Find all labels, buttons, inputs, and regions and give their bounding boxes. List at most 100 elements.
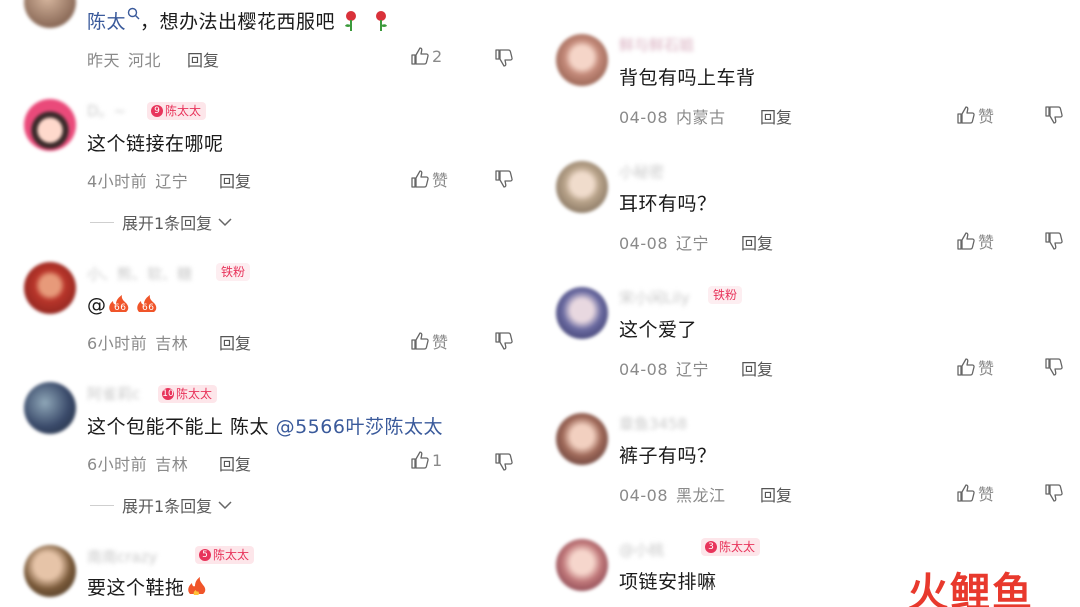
comment-location: 辽宁	[676, 360, 710, 379]
avatar[interactable]	[24, 382, 76, 434]
like-button[interactable]: 1	[410, 450, 442, 470]
comment-text: 耳环有吗？	[619, 193, 717, 215]
comment-item: 小秘密 耳环有吗？ 04-08 辽宁 回复 赞	[535, 157, 1080, 277]
thumbs-down-icon[interactable]	[494, 452, 514, 472]
reply-button[interactable]: 回复	[219, 168, 251, 192]
thumbs-up-icon	[957, 484, 975, 502]
reply-button[interactable]: 回复	[741, 356, 773, 380]
thumbs-up-icon	[957, 106, 975, 124]
thumbs-down-icon[interactable]	[1044, 105, 1064, 125]
like-count: 赞	[432, 333, 449, 352]
avatar[interactable]	[24, 0, 76, 28]
comment-meta: 昨天 河北	[87, 47, 161, 71]
avatar[interactable]	[556, 287, 608, 339]
comment-text: 项链安排嘛	[619, 571, 717, 593]
comment-meta: 04-08 辽宁	[619, 230, 709, 254]
like-button[interactable]: 赞	[410, 329, 448, 353]
comment-text: 陈太 ，想办法出樱花西服吧	[87, 7, 390, 34]
username[interactable]: 鲜与鲜石姐	[619, 34, 694, 55]
comment-date: 6小时前	[87, 455, 148, 474]
like-count: 赞	[978, 359, 995, 378]
thumbs-down-icon[interactable]	[1044, 231, 1064, 251]
avatar[interactable]	[556, 34, 608, 86]
comment-text: 裤子有吗？	[619, 445, 717, 467]
reply-button[interactable]: 回复	[741, 230, 773, 254]
divider	[90, 504, 114, 506]
thumbs-down-icon[interactable]	[494, 169, 514, 189]
reply-button[interactable]: 回复	[219, 451, 251, 475]
comment-item: 小、熊、软、糖 铁粉 @66 66 6小时前 吉林 回复 赞	[0, 258, 530, 368]
comment-item: 鲜与鲜石姐 背包有吗上车背 04-08 内蒙古 回复 赞	[535, 30, 1080, 150]
like-count: 赞	[432, 171, 449, 190]
username[interactable]: 南南crazy	[87, 546, 157, 567]
comment-location: 辽宁	[676, 234, 710, 253]
like-count: 2	[432, 46, 443, 66]
like-button[interactable]: 赞	[956, 481, 994, 505]
thumbs-down-icon[interactable]	[494, 331, 514, 351]
comment-meta: 04-08 辽宁	[619, 356, 709, 380]
comment-date: 04-08	[619, 234, 668, 253]
thumbs-down-icon[interactable]	[1044, 483, 1064, 503]
username[interactable]: 小、熊、软、糖	[87, 263, 192, 284]
thumbs-up-icon	[411, 170, 429, 188]
mention-link[interactable]: @5566叶莎陈太太	[276, 416, 443, 438]
like-button[interactable]: 赞	[956, 103, 994, 127]
like-button[interactable]: 2	[410, 46, 442, 66]
like-button[interactable]: 赞	[956, 229, 994, 253]
avatar[interactable]	[24, 545, 76, 597]
fan-badge: 铁粉	[708, 286, 743, 304]
thumbs-up-icon	[411, 47, 429, 65]
like-count: 赞	[978, 485, 995, 504]
avatar[interactable]	[556, 539, 608, 591]
comment-date: 04-08	[619, 108, 668, 127]
like-button[interactable]: 赞	[956, 355, 994, 379]
thumbs-up-icon	[411, 451, 429, 469]
comment-text: @66 66	[87, 292, 161, 316]
mention-link[interactable]: 陈太	[87, 11, 126, 33]
like-count: 赞	[978, 233, 995, 252]
like-button[interactable]: 赞	[410, 167, 448, 191]
thumbs-down-icon[interactable]	[494, 48, 514, 68]
comment-date: 昨天	[87, 51, 121, 70]
avatar[interactable]	[24, 262, 76, 314]
comment-meta: 6小时前 吉林	[87, 451, 188, 475]
rose-emoji-icon	[344, 11, 356, 31]
comment-item: 陈太 ，想办法出樱花西服吧 昨天 河北 回复 2	[0, 0, 530, 80]
fire-emoji-icon	[187, 577, 205, 595]
thumbs-up-icon	[957, 232, 975, 250]
svg-text:66: 66	[114, 303, 126, 313]
flame-666-emoji-icon: 66	[136, 295, 156, 313]
username[interactable]: 阿雀莉c	[87, 383, 140, 404]
fan-badge: 铁粉	[216, 263, 251, 281]
fan-badge: 3 陈太太	[701, 538, 761, 556]
comment-location: 辽宁	[155, 172, 189, 191]
reply-button[interactable]: 回复	[187, 47, 219, 71]
comment-column-right: 鲜与鲜石姐 背包有吗上车背 04-08 内蒙古 回复 赞 小秘密 耳环有吗？ 04…	[535, 0, 1080, 607]
expand-replies-button[interactable]: 展开1条回复	[90, 210, 232, 234]
like-count: 1	[432, 450, 443, 470]
svg-text:66: 66	[142, 303, 154, 313]
reply-button[interactable]: 回复	[219, 330, 251, 354]
comment-column-left: 陈太 ，想办法出樱花西服吧 昨天 河北 回复 2 D。~ 9 陈太太 这个链接在哪呢 …	[0, 0, 530, 607]
expand-replies-button[interactable]: 展开1条回复	[90, 493, 232, 517]
thumbs-down-icon[interactable]	[1044, 357, 1064, 377]
reply-button[interactable]: 回复	[760, 104, 792, 128]
comment-meta: 04-08 黑龙江	[619, 482, 726, 506]
comment-text: 背包有吗上车背	[619, 67, 756, 89]
reply-button[interactable]: 回复	[760, 482, 792, 506]
fan-badge: 5 陈太太	[195, 546, 255, 564]
flame-666-emoji-icon: 66	[108, 295, 128, 313]
comment-location: 吉林	[155, 455, 189, 474]
avatar[interactable]	[556, 413, 608, 465]
username[interactable]: 小秘密	[619, 161, 664, 182]
rose-emoji-icon	[376, 11, 388, 31]
thumbs-up-icon	[411, 332, 429, 350]
comment-text: 这个爱了	[619, 319, 698, 341]
avatar[interactable]	[556, 161, 608, 213]
username[interactable]: 宋小闲Lily	[619, 287, 690, 308]
username[interactable]: @小桃	[619, 539, 664, 560]
username[interactable]: 章鱼3458	[619, 413, 687, 434]
thumbs-up-icon	[957, 358, 975, 376]
username[interactable]: D。~	[87, 100, 126, 121]
avatar[interactable]	[24, 99, 76, 151]
